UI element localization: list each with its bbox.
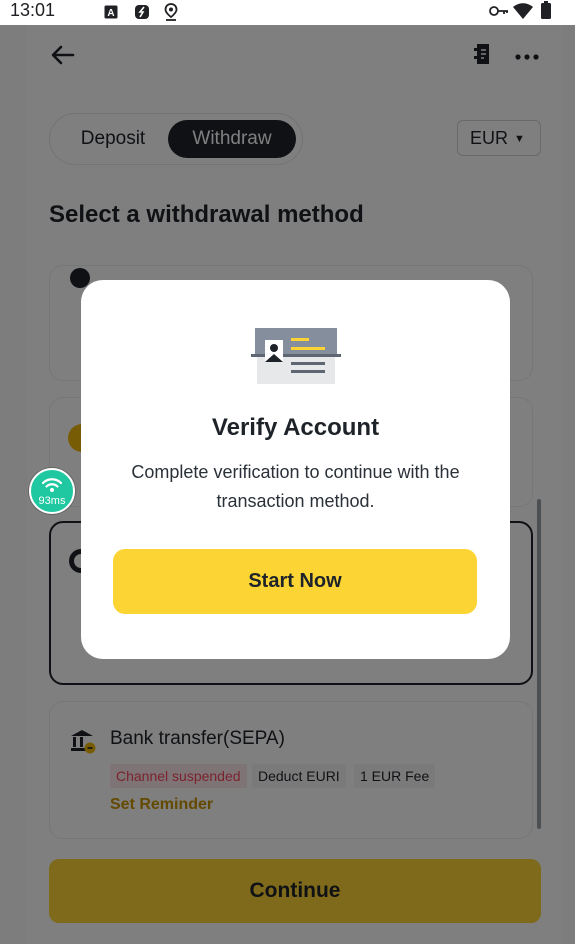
dialog-title: Verify Account (211, 414, 380, 441)
latency-label: 93ms (38, 495, 66, 507)
network-latency-badge[interactable]: 93ms (29, 468, 75, 514)
signal-app-icon (135, 5, 149, 19)
battery-icon (541, 1, 551, 19)
wifi-icon (513, 3, 533, 19)
status-time: 13:01 (10, 0, 56, 20)
status-bar: 13:01 A (0, 0, 575, 25)
svg-text:A: A (107, 8, 114, 19)
verify-account-dialog: Verify Account Complete verification to … (81, 280, 510, 659)
start-now-button[interactable]: Start Now (113, 549, 477, 614)
key-icon (489, 6, 508, 16)
id-card-icon (251, 328, 341, 384)
a-box-icon: A (104, 5, 118, 19)
dialog-description: Complete verification to continue with t… (131, 462, 460, 511)
wifi-icon (42, 478, 62, 492)
location-icon (164, 3, 178, 21)
